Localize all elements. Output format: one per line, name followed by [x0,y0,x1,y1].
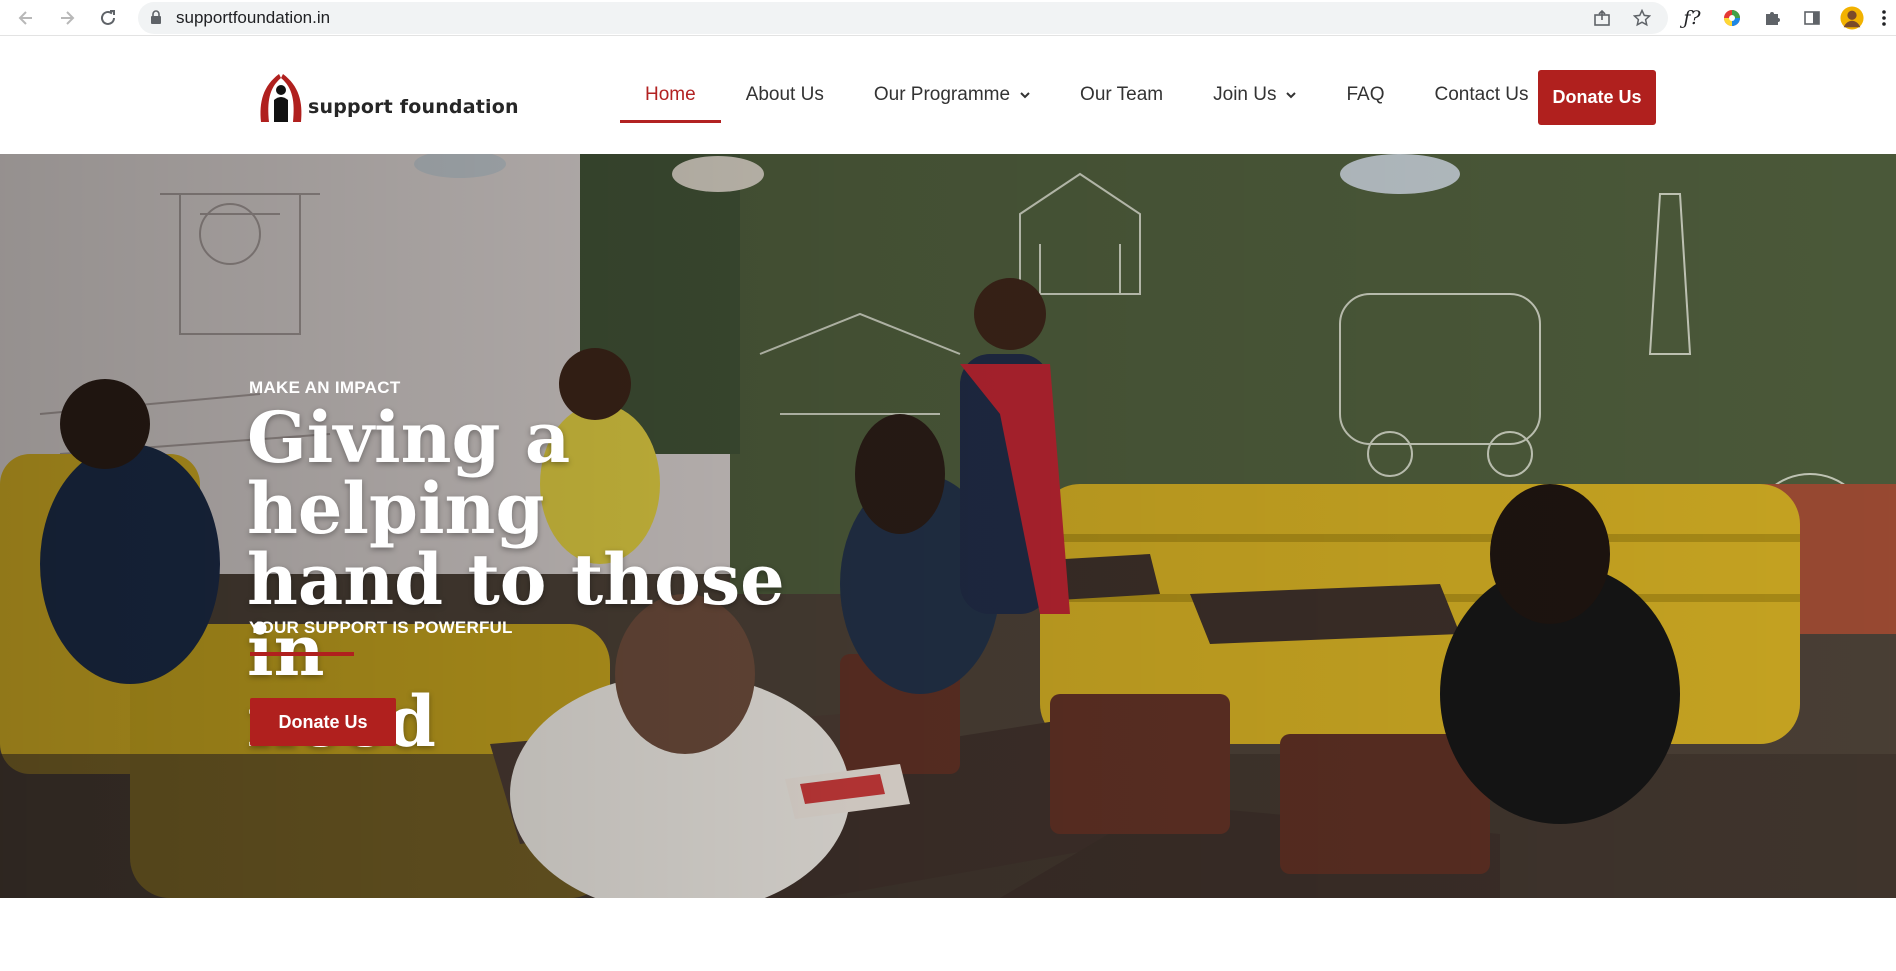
hero-donate-button[interactable]: Donate Us [250,698,396,746]
chevron-down-icon [1020,92,1030,99]
hero-eyebrow: MAKE AN IMPACT [249,378,401,397]
donate-nav-button[interactable]: Donate Us [1538,70,1656,125]
browser-menu-icon[interactable] [1876,6,1892,30]
nav-item-label: Our Programme [873,84,1011,105]
nav-item-label: About Us [745,84,824,105]
nav-item-our-team[interactable]: Our Team [1055,67,1188,123]
browser-toolbar: supportfoundation.in ƒ? [0,0,1896,36]
url-text[interactable]: supportfoundation.in [176,8,330,28]
forward-icon[interactable] [55,6,79,30]
profile-avatar-icon[interactable] [1840,6,1864,30]
lock-icon[interactable] [150,10,162,24]
nav-item-contact-us[interactable]: Contact Us [1410,67,1554,123]
hero-section: MAKE AN IMPACT Giving a helping hand to … [0,154,1896,898]
nav-item-label: Contact Us [1434,84,1529,105]
chevron-down-icon [1286,92,1297,99]
color-picker-icon[interactable] [1720,6,1744,30]
nav-item-label: Join Us [1213,84,1277,105]
bookmark-star-icon[interactable] [1630,6,1654,30]
nav-item-home[interactable]: Home [620,67,721,123]
site-header: support foundation Home About Us Our Pro… [0,37,1896,153]
nav-item-label: FAQ [1346,84,1385,105]
reload-icon[interactable] [96,6,120,30]
site-logo[interactable]: support foundation [257,72,519,128]
side-panel-icon[interactable] [1800,6,1824,30]
hero-divider [250,652,354,656]
share-icon[interactable] [1590,6,1614,30]
main-nav: Home About Us Our Programme Our Team Joi… [620,67,1553,123]
nav-item-about-us[interactable]: About Us [721,67,849,123]
nav-item-label: Our Team [1080,84,1164,105]
logo-text: support foundation [308,96,519,118]
hero-headline-line: hand to those in [247,538,785,692]
hero-headline-line: Giving a helping [247,396,571,550]
font-finder-icon[interactable]: ƒ? [1680,6,1704,30]
address-bar[interactable] [138,2,1668,34]
nav-item-faq[interactable]: FAQ [1321,67,1409,123]
extensions-puzzle-icon[interactable] [1760,6,1784,30]
logo-hands-icon [260,74,302,122]
nav-item-our-programme[interactable]: Our Programme [849,67,1055,123]
hero-subline: YOUR SUPPORT IS POWERFUL [249,618,513,637]
back-icon[interactable] [14,6,38,30]
nav-item-label: Home [645,84,696,105]
nav-item-join-us[interactable]: Join Us [1188,67,1321,123]
